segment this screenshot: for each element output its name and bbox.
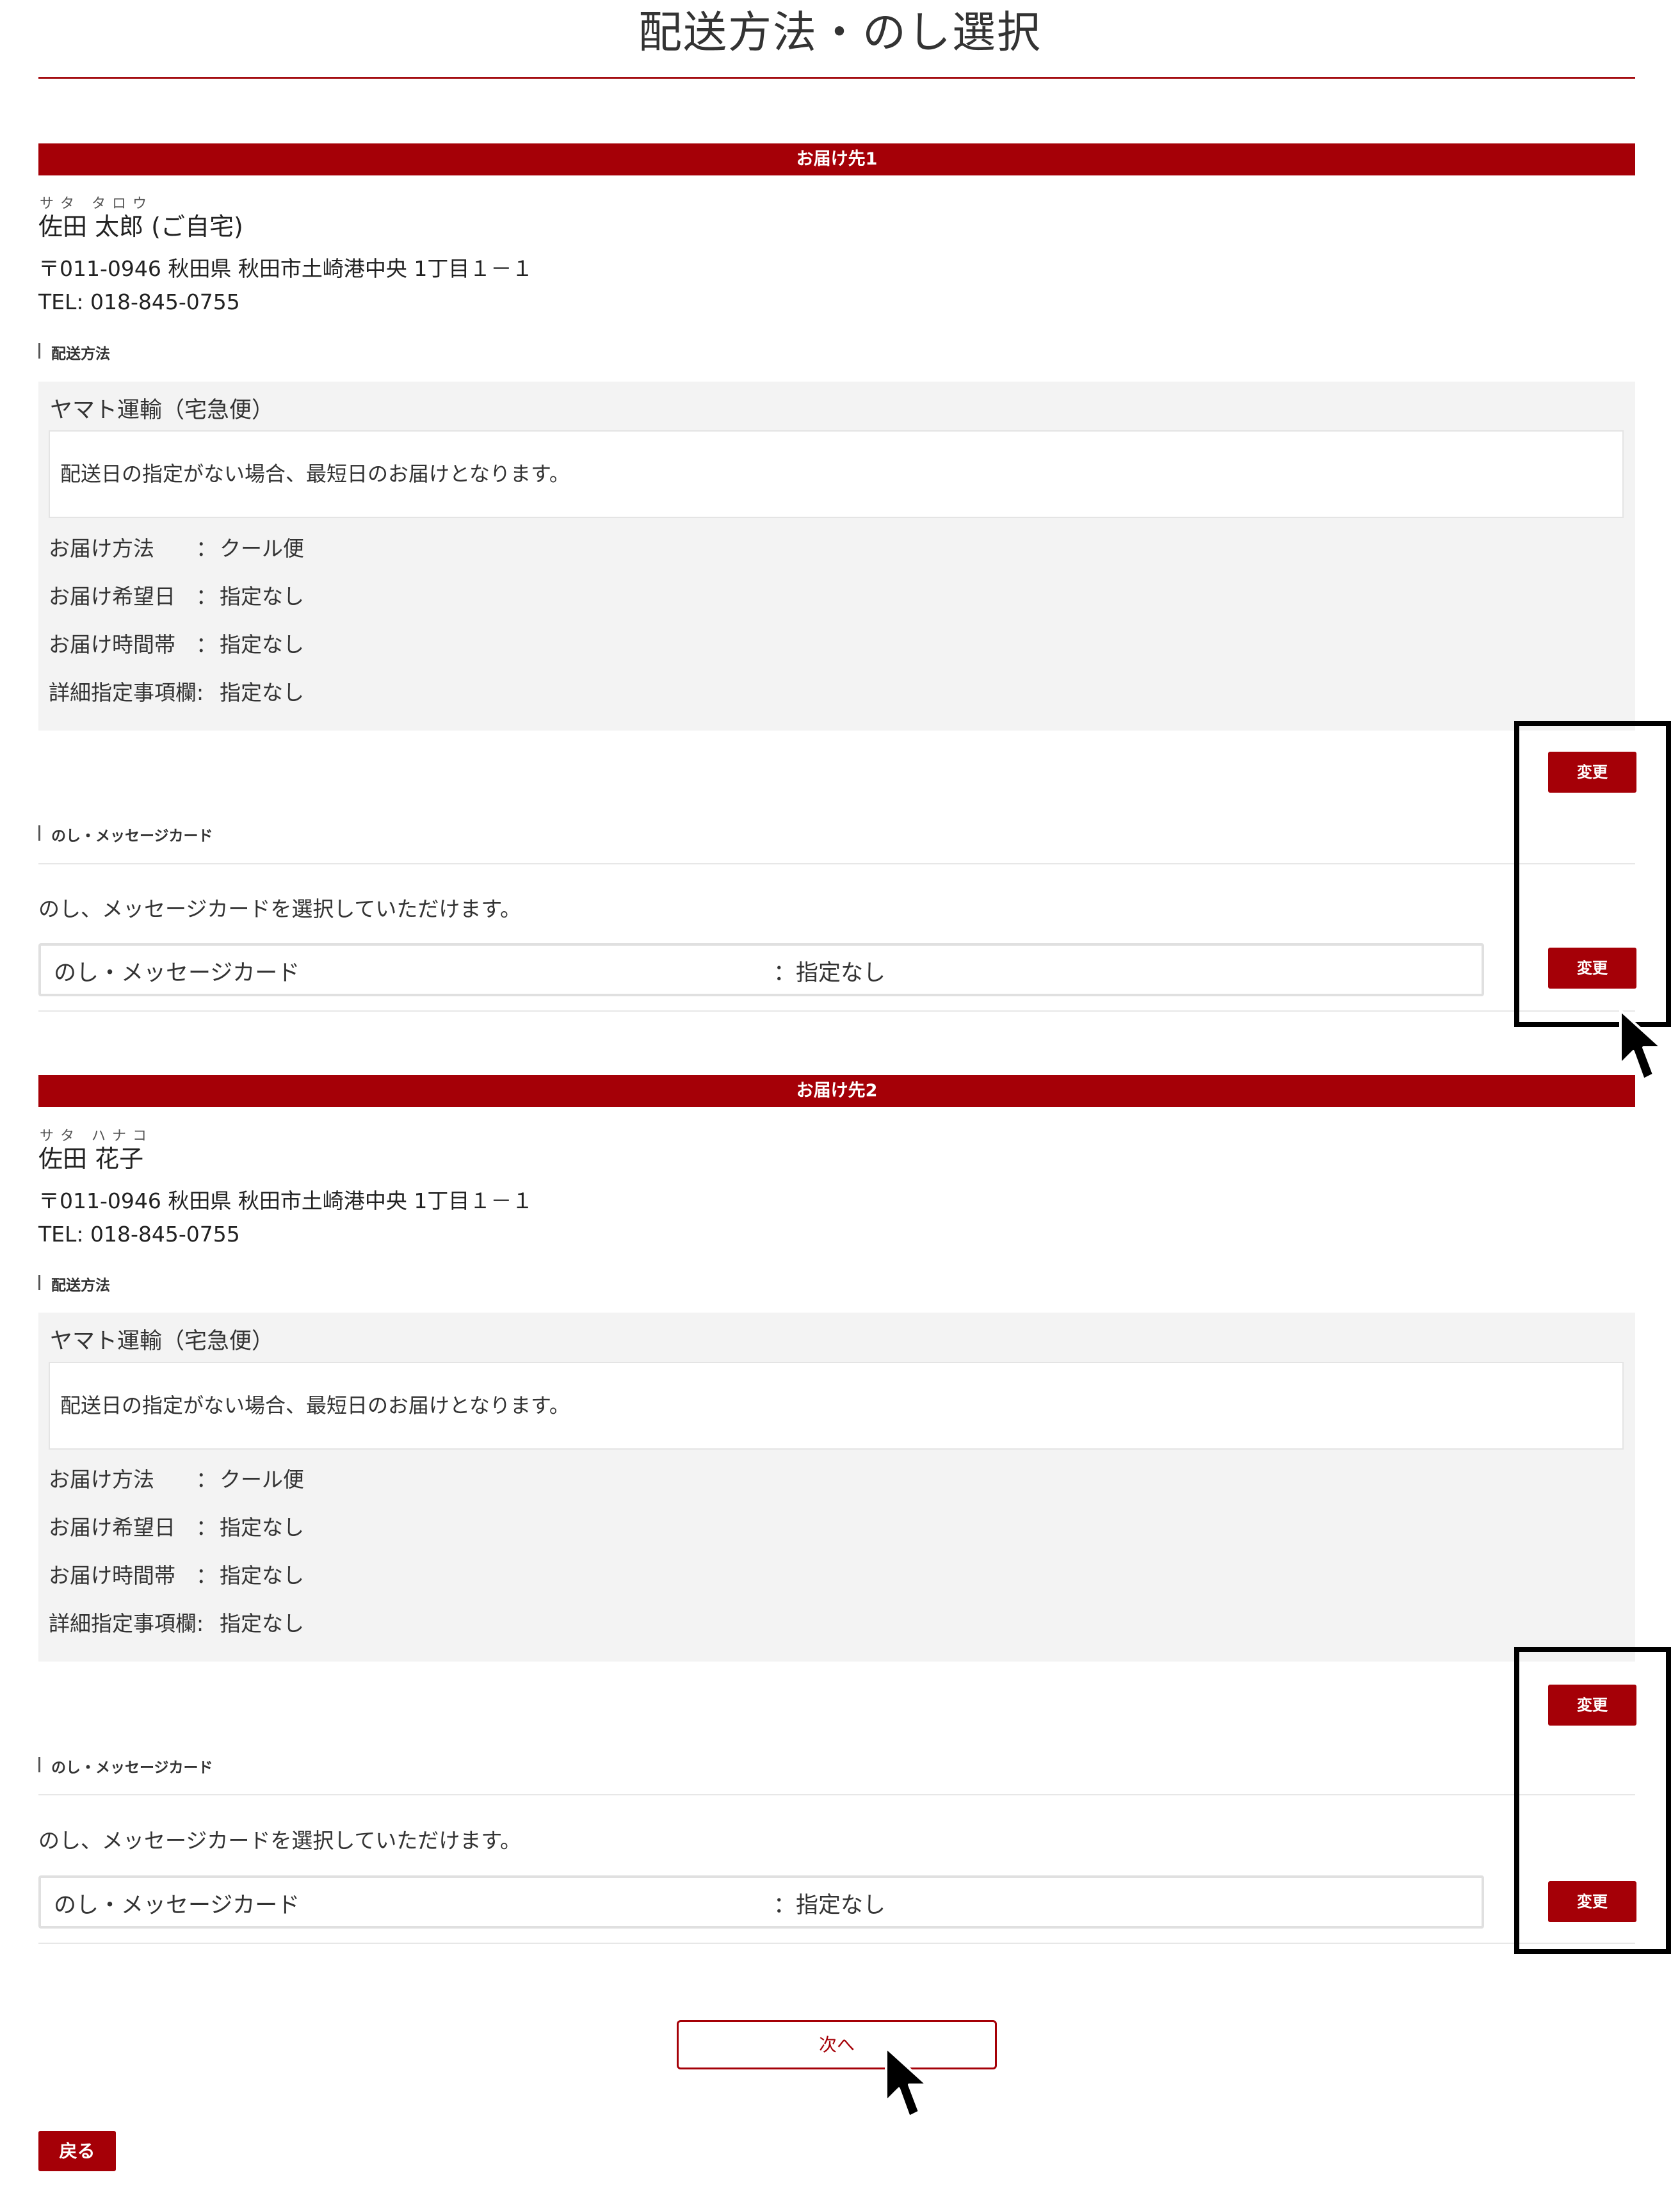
detail-instructions-label: 詳細指定事項欄: [49,1611,204,1636]
divider [38,1010,1635,1012]
back-button[interactable]: 戻る [38,2131,116,2171]
next-button[interactable]: 次へ [677,2020,997,2069]
destination-header-1: お届け先1 [38,143,1635,175]
title-divider [38,77,1635,79]
delivery-time-value: 指定なし [220,1563,304,1588]
shipping-method-label: 配送方法 [38,1273,110,1295]
noshi-section-label: のし・メッセージカード [38,823,213,845]
shipping-panel: ヤマト運輸（宅急便） 配送日の指定がない場合、最短日のお届けとなります。 お届け… [38,1313,1635,1662]
delivery-date-colon: ： [196,584,217,609]
mouse-pointer-icon [1619,1009,1663,1081]
shipping-method-label: 配送方法 [38,341,110,363]
delivery-time-label: お届け時間帯 [49,632,175,657]
page-title: 配送方法・のし選択 [638,8,1042,58]
shipping-panel: ヤマト運輸（宅急便） 配送日の指定がない場合、最短日のお届けとなります。 お届け… [38,382,1635,731]
recipient-name: 佐田 太郎 (ご自宅) [38,213,243,241]
delivery-method-value: クール便 [220,1467,304,1492]
delivery-method-colon: ： [196,536,217,561]
delivery-time-label: お届け時間帯 [49,1563,175,1588]
carrier-name: ヤマト運輸（宅急便） [50,398,275,423]
recipient-tel: TEL: 018-845-0755 [38,289,240,314]
delivery-date-label: お届け希望日 [49,1515,175,1540]
delivery-method-label: お届け方法 [49,536,154,561]
delivery-time-value: 指定なし [220,632,304,657]
recipient-address: 〒011-0946 秋田県 秋田市土崎港中央 1丁目１－１ [38,1188,533,1213]
carrier-name: ヤマト運輸（宅急便） [50,1329,275,1354]
mouse-pointer-icon [885,2046,928,2118]
noshi-field-label: のし・メッセージカード [54,1893,300,1918]
delivery-note: 配送日の指定がない場合、最短日のお届けとなります。 [49,1362,1624,1450]
noshi-field-value: ：指定なし [773,960,886,986]
delivery-note: 配送日の指定がない場合、最短日のお届けとなります。 [49,430,1624,518]
delivery-method-value: クール便 [220,536,304,561]
detail-instructions-label: 詳細指定事項欄: [49,680,204,705]
noshi-field: のし・メッセージカード ：指定なし [38,1875,1484,1929]
noshi-section-label: のし・メッセージカード [38,1755,213,1777]
divider [38,863,1635,864]
delivery-method-colon: ： [196,1467,217,1492]
detail-instructions-value: 指定なし [220,680,304,705]
noshi-field-label: のし・メッセージカード [54,960,300,986]
noshi-description: のし、メッセージカードを選択していただけます。 [38,896,522,921]
highlight-box [1514,721,1671,1027]
delivery-date-colon: ： [196,1515,217,1540]
delivery-date-label: お届け希望日 [49,584,175,609]
delivery-date-value: 指定なし [220,584,304,609]
noshi-field-value: ：指定なし [773,1893,886,1918]
delivery-time-colon: ： [196,632,217,657]
divider [38,1943,1635,1944]
recipient-tel: TEL: 018-845-0755 [38,1222,240,1247]
divider [38,1794,1635,1795]
noshi-field: のし・メッセージカード ：指定なし [38,943,1484,996]
highlight-box [1514,1647,1671,1954]
noshi-description: のし、メッセージカードを選択していただけます。 [38,1828,522,1853]
recipient-name: 佐田 花子 [38,1145,144,1173]
delivery-method-label: お届け方法 [49,1467,154,1492]
recipient-address: 〒011-0946 秋田県 秋田市土崎港中央 1丁目１－１ [38,256,533,281]
delivery-time-colon: ： [196,1563,217,1588]
delivery-date-value: 指定なし [220,1515,304,1540]
destination-header-2: お届け先2 [38,1075,1635,1107]
detail-instructions-value: 指定なし [220,1611,304,1636]
